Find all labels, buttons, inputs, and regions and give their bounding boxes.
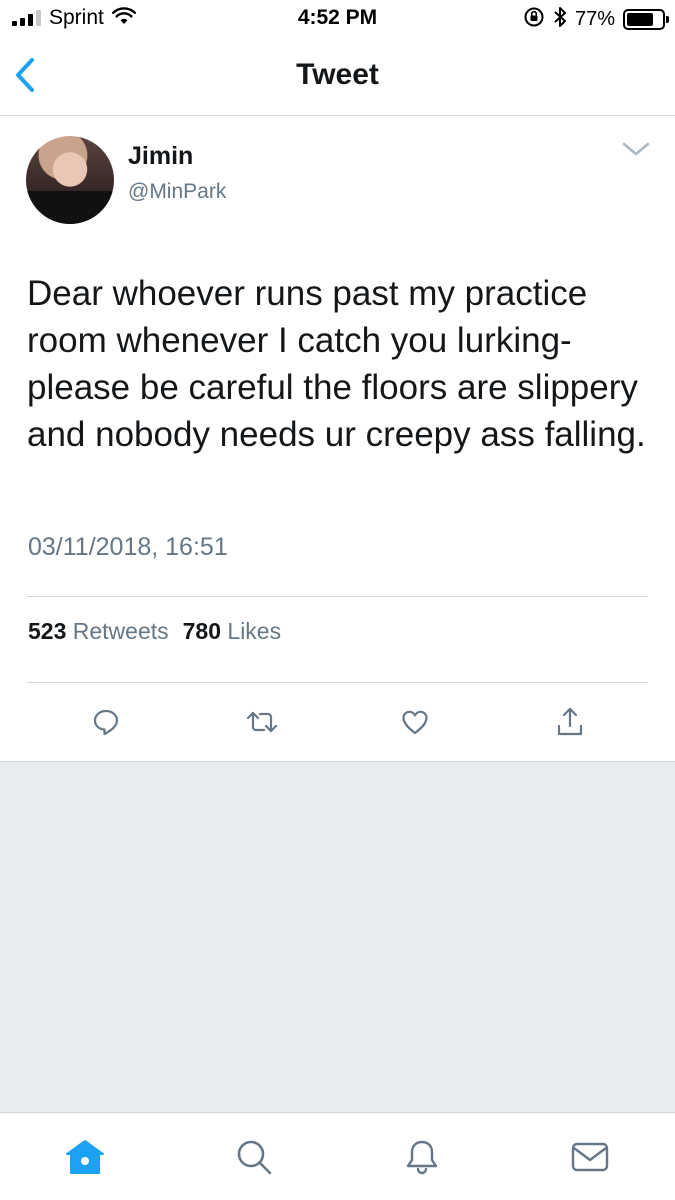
tab-search[interactable] (232, 1135, 276, 1179)
likes-label: Likes (227, 618, 282, 644)
reply-button[interactable] (84, 700, 128, 744)
like-button[interactable] (393, 700, 437, 744)
username[interactable]: @MinPark (128, 180, 226, 204)
battery-level (627, 13, 654, 26)
tweet-detail-screen: Sprint 4:52 PM 77% Tweet Jimin @MinPark … (0, 0, 675, 1200)
tweet-stats: 523 Retweets 780 Likes (28, 618, 281, 645)
retweet-button[interactable] (240, 700, 284, 744)
tab-notifications[interactable] (400, 1135, 444, 1179)
page-title: Tweet (296, 58, 379, 91)
reply-icon (93, 709, 119, 736)
tab-home[interactable] (63, 1135, 107, 1179)
envelope-icon (571, 1142, 609, 1172)
home-icon (66, 1140, 104, 1174)
status-bar: Sprint 4:52 PM 77% (0, 0, 675, 38)
divider (27, 596, 648, 597)
tweet-timestamp: 03/11/2018, 16:51 (28, 533, 228, 561)
retweet-icon (246, 711, 278, 733)
display-name[interactable]: Jimin (128, 142, 193, 171)
retweets-count: 523 (28, 618, 67, 644)
chevron-down-icon[interactable] (620, 138, 652, 162)
nav-bar: Tweet (0, 38, 675, 116)
avatar[interactable] (26, 136, 114, 224)
battery-percent: 77% (574, 8, 615, 30)
tab-messages[interactable] (568, 1135, 612, 1179)
status-right: 77% (523, 6, 669, 33)
likes-stat[interactable]: 780 Likes (183, 618, 281, 644)
search-icon (237, 1140, 272, 1175)
retweets-stat[interactable]: 523 Retweets (28, 618, 169, 644)
tab-bar (0, 1112, 675, 1200)
tweet-actions (0, 700, 675, 746)
retweets-label: Retweets (72, 618, 169, 644)
battery-icon (623, 9, 669, 30)
tweet-text: Dear whoever runs past my practice room … (27, 274, 646, 454)
bell-icon (406, 1140, 438, 1175)
bluetooth-icon (553, 6, 567, 33)
share-button[interactable] (548, 700, 592, 744)
replies-area (0, 761, 675, 1112)
likes-count: 780 (182, 618, 222, 644)
divider (27, 682, 648, 683)
share-icon (557, 707, 583, 736)
heart-icon (402, 710, 428, 735)
orientation-lock-icon (523, 6, 545, 33)
